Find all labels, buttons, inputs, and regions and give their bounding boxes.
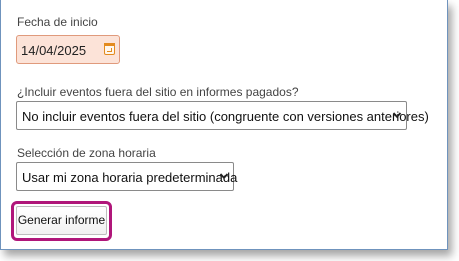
start-date-value: 14/04/2025 bbox=[21, 43, 87, 58]
offsite-events-selected: No incluir eventos fuera del sitio (cong… bbox=[22, 109, 429, 124]
generate-report-button[interactable]: Generar informe bbox=[16, 206, 107, 235]
timezone-label: Selección de zona horaria bbox=[17, 146, 156, 160]
start-date-label: Fecha de inicio bbox=[17, 15, 98, 29]
start-date-field[interactable]: 14/04/2025 bbox=[16, 35, 120, 64]
timezone-select[interactable]: Usar mi zona horaria predeterminada bbox=[16, 162, 238, 191]
report-settings-panel: Fecha de inicio 14/04/2025 ¿Incluir even… bbox=[0, 0, 448, 250]
offsite-events-select[interactable]: No incluir eventos fuera del sitio (cong… bbox=[16, 101, 429, 130]
timezone-selected: Usar mi zona horaria predeterminada bbox=[22, 170, 238, 185]
offsite-events-label: ¿Incluir eventos fuera del sitio en info… bbox=[17, 85, 299, 99]
chevron-down-icon bbox=[392, 112, 402, 119]
calendar-icon[interactable] bbox=[104, 43, 115, 55]
chevron-down-icon bbox=[219, 173, 229, 180]
